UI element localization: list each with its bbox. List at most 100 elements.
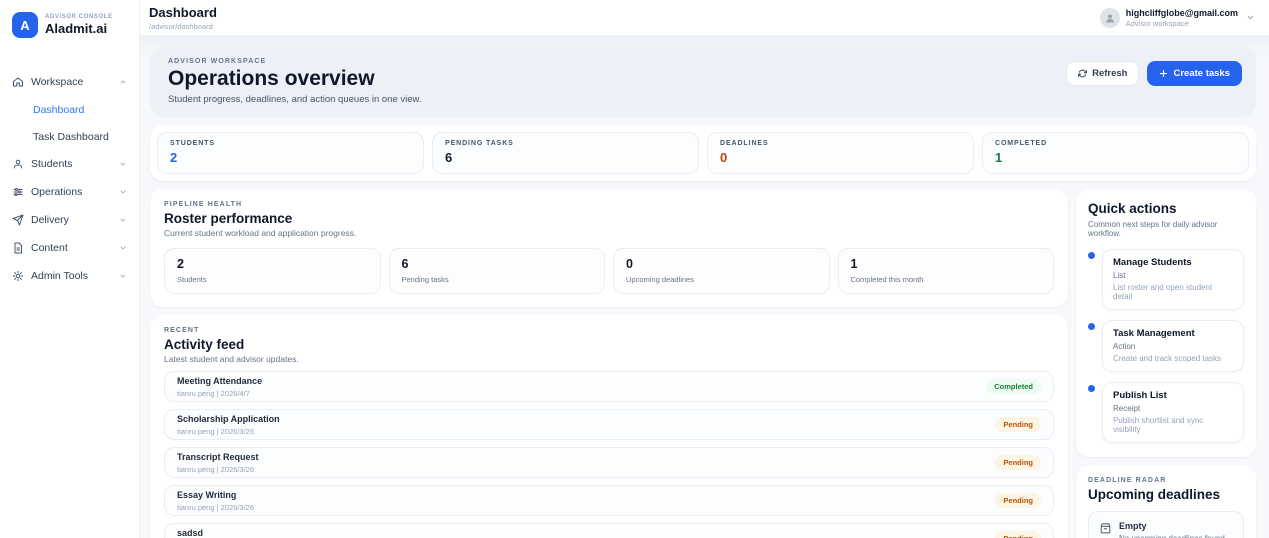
quick-action-task-management[interactable]: Task Management Action Create and track … [1088,320,1244,372]
avatar [1099,7,1120,28]
stat-completed: COMPLETED 1 [982,132,1249,174]
metric-value: 0 [626,257,633,271]
empty-state-text: Empty No upcoming deadlines found. [1119,521,1227,538]
sidebar-item-label: Workspace [31,76,84,88]
activity-item-text: Meeting Attendance tianru peng | 2026/4/… [177,376,262,398]
empty-state-desc: No upcoming deadlines found. [1119,534,1227,538]
page-title: Dashboard [149,4,217,20]
hero-actions: Refresh Create tasks [1066,61,1242,86]
user-info: highcliffglobe@gmail.com Advisor workspa… [1126,8,1238,28]
quick-action-box: Publish List Receipt Publish shortlist a… [1102,382,1244,443]
roster-performance-card: PIPELINE HEALTH Roster performance Curre… [150,189,1068,307]
activity-item-title: Transcript Request [177,451,259,462]
quick-action-desc: Publish shortlist and sync visibility [1113,416,1204,434]
quick-action-title: Publish List [1113,390,1167,401]
quick-action-desc: Create and track scoped tasks [1113,354,1222,363]
brand-logo: A [12,12,38,38]
chevron-down-icon [119,272,127,280]
stat-value: 1 [995,150,1003,165]
metric-completed-month: 1 Completed this month [837,248,1054,294]
bullet-dot-icon [1088,323,1095,330]
refresh-icon [1078,69,1088,78]
quick-action-desc: List roster and open student detail [1113,283,1213,301]
activity-item-text: Scholarship Application tianru peng | 20… [177,414,280,436]
activity-item[interactable]: Scholarship Application tianru peng | 20… [164,409,1054,440]
roster-metrics: 2 Students 6 Pending tasks 0 Upcoming de… [164,248,1054,294]
empty-state-title: Empty [1119,521,1147,531]
metric-label: Completed this month [850,275,924,284]
sidebar-item-delivery[interactable]: Delivery [0,206,139,234]
metric-value: 1 [850,257,858,271]
stat-label: PENDING TASKS [445,140,514,147]
stat-deadlines: DEADLINES 0 [707,132,974,174]
quick-actions-subtitle: Common next steps for daily advisor work… [1088,220,1218,238]
sidebar-item-workspace[interactable]: Workspace [0,68,139,96]
quick-action-manage-students[interactable]: Manage Students List List roster and ope… [1088,249,1244,310]
activity-item[interactable]: Essay Writing tianru peng | 2026/3/26 Pe… [164,485,1054,516]
plus-icon [1159,69,1168,78]
brand[interactable]: A ADVISOR CONSOLE Aladmit.ai [0,0,139,52]
sidebar-item-label: Delivery [31,214,69,226]
metric-students: 2 Students [164,248,381,294]
hero-text: ADVISOR WORKSPACE Operations overview St… [168,58,422,105]
chevron-down-icon [119,216,127,224]
sidebar-item-task-dashboard[interactable]: Task Dashboard [0,123,139,150]
chevron-up-icon [119,78,127,86]
hero-banner: ADVISOR WORKSPACE Operations overview St… [150,47,1256,117]
right-column: Quick actions Common next steps for dail… [1076,189,1256,538]
sidebar-item-admin-tools[interactable]: Admin Tools [0,262,139,290]
activity-item[interactable]: sadsd tianru peng | 2026/3/26 Pending [164,523,1054,538]
quick-actions-card: Quick actions Common next steps for dail… [1076,189,1256,457]
activity-item-title: sadsd [177,527,204,538]
user-menu[interactable]: highcliffglobe@gmail.com Advisor workspa… [1099,7,1255,28]
chevron-down-icon [119,160,127,168]
chevron-down-icon [1246,13,1255,22]
quick-action-title: Task Management [1113,328,1195,339]
empty-state: Empty No upcoming deadlines found. [1088,511,1244,538]
deadline-radar-title: Upcoming deadlines [1088,487,1221,502]
activity-feed-card: RECENT Activity feed Latest student and … [150,315,1068,538]
quick-actions-title: Quick actions [1088,201,1177,216]
chevron-down-icon [119,244,127,252]
quick-action-box: Task Management Action Create and track … [1102,320,1244,372]
stats-strip: STUDENTS 2 PENDING TASKS 6 DEADLINES 0 C… [150,125,1256,181]
sidebar-item-students[interactable]: Students [0,150,139,178]
send-icon [12,214,24,226]
activity-item[interactable]: Transcript Request tianru peng | 2026/3/… [164,447,1054,478]
roster-subtitle: Current student workload and application… [164,228,357,238]
hero-subtitle: Student progress, deadlines, and action … [168,94,422,105]
activity-item-title: Essay Writing [177,489,237,500]
activity-item-meta: tianru peng | 2026/3/26 [177,426,255,436]
sidebar: A ADVISOR CONSOLE Aladmit.ai Workspace D… [0,0,140,538]
activity-item-text: Transcript Request tianru peng | 2026/3/… [177,452,259,474]
stat-label: STUDENTS [170,140,215,147]
stat-value: 6 [445,150,453,165]
stat-value: 2 [170,150,178,165]
activity-item[interactable]: Meeting Attendance tianru peng | 2026/4/… [164,371,1054,402]
brand-console-label: ADVISOR CONSOLE [45,13,113,20]
activity-item-title: Meeting Attendance [177,375,263,386]
activity-eyebrow: RECENT [164,327,200,334]
user-role: Advisor workspace [1125,18,1189,28]
sidebar-item-operations[interactable]: Operations [0,178,139,206]
deadline-radar-card: DEADLINE RADAR Upcoming deadlines Empty … [1076,465,1256,538]
quick-action-publish-list[interactable]: Publish List Receipt Publish shortlist a… [1088,382,1244,443]
file-icon [12,242,24,254]
sidebar-nav: Workspace Dashboard Task Dashboard Stude… [0,52,139,290]
activity-item-meta: tianru peng | 2026/3/26 [177,464,255,474]
create-tasks-button[interactable]: Create tasks [1147,61,1242,86]
stat-value: 0 [720,150,728,165]
create-tasks-button-label: Create tasks [1173,68,1230,79]
refresh-button-label: Refresh [1092,68,1128,79]
sidebar-item-content[interactable]: Content [0,234,139,262]
stat-students: STUDENTS 2 [157,132,424,174]
archive-box-icon [1099,522,1112,535]
sliders-icon [12,186,24,198]
refresh-button[interactable]: Refresh [1066,61,1140,86]
sidebar-item-dashboard[interactable]: Dashboard [0,96,139,123]
stat-label: DEADLINES [720,140,769,147]
status-badge: Pending [995,417,1041,432]
activity-item-text: Essay Writing tianru peng | 2026/3/26 [177,490,254,512]
quick-action-title: Manage Students [1113,257,1192,268]
metric-label: Upcoming deadlines [626,275,694,284]
